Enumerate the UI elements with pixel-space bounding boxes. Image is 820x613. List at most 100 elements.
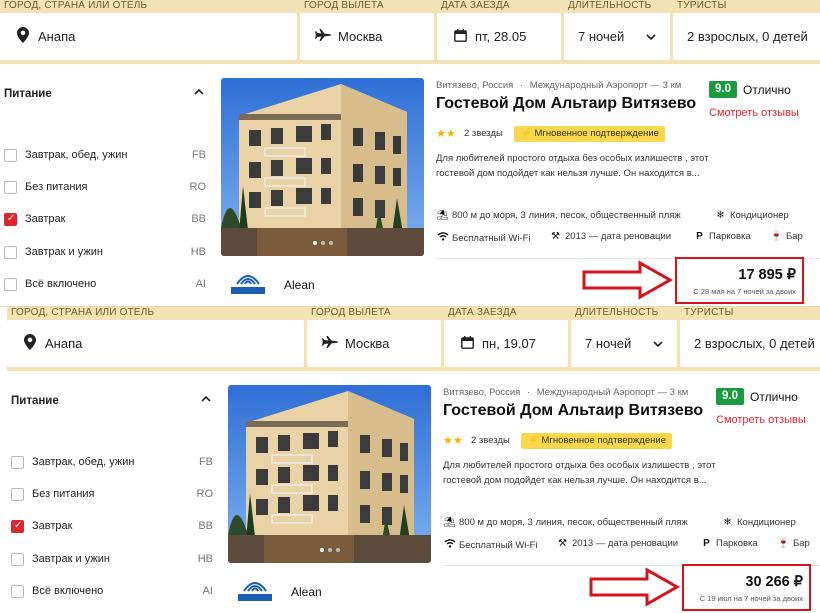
price-box[interactable]: 30 266 ₽ С 19 июл на 7 ночей за двоих: [682, 564, 811, 611]
departure-field[interactable]: ГОРОД ВЫЛЕТА Москва: [307, 307, 441, 371]
meal-option-label: Всё включено: [25, 278, 97, 290]
checkbox[interactable]: [4, 181, 17, 194]
feature-wifi-text: Бесплатный Wi-Fi: [452, 233, 531, 244]
reviews-link[interactable]: Смотреть отзывы: [716, 414, 806, 426]
meal-option-code: AI: [195, 278, 206, 290]
departure-field[interactable]: ГОРОД ВЫЛЕТА Москва: [300, 0, 434, 64]
checkbox[interactable]: [11, 488, 24, 501]
chevron-up-icon[interactable]: [201, 393, 211, 405]
map-pin-icon: [21, 334, 39, 353]
meal-option-ro[interactable]: Без питания RO: [11, 487, 213, 503]
hotel-airport-distance: Международный Аэропорт — 3 км: [536, 387, 689, 398]
hotel-stars-label: 2 звезды: [471, 435, 510, 446]
feature-ac-text: Кондиционер: [730, 210, 789, 221]
chevron-down-icon: [646, 31, 656, 43]
parking-icon: P: [703, 538, 710, 549]
city-label: ГОРОД, СТРАНА ИЛИ ОТЕЛЬ: [4, 0, 148, 11]
tourists-field[interactable]: ТУРИСТЫ 2 взрослых, 0 детей: [680, 307, 820, 371]
meal-option-ai[interactable]: Всё включено AI: [4, 277, 206, 293]
tourists-value: 2 взрослых, 0 детей: [694, 336, 815, 351]
meal-option-code: BB: [198, 520, 213, 532]
hotel-airport-distance: Международный Аэропорт — 3 км: [529, 80, 682, 91]
hotel-photo[interactable]: [228, 385, 431, 563]
lightning-icon: ⚡: [520, 128, 532, 139]
checkin-date-field[interactable]: ДАТА ЗАЕЗДА пн, 19.07: [444, 307, 568, 371]
city-input[interactable]: Анапа: [45, 336, 82, 351]
meal-option-code: RO: [196, 488, 214, 500]
checkin-date-value: пт, 28.05: [475, 29, 527, 44]
operator-logo: [221, 266, 275, 298]
feature-beach-text: 800 м до моря, 3 линия, песок, обществен…: [452, 210, 681, 221]
meal-option-label: Завтрак и ужин: [32, 553, 110, 565]
city-input[interactable]: Анапа: [38, 29, 75, 44]
checkin-date-label: ДАТА ЗАЕЗДА: [441, 0, 510, 11]
reviews-link[interactable]: Смотреть отзывы: [709, 107, 799, 119]
duration-select[interactable]: ДЛИТЕЛЬНОСТЬ 7 ночей: [571, 307, 677, 371]
hotel-name[interactable]: Гостевой Дом Альтаир Витязево: [436, 95, 696, 113]
checkbox-checked[interactable]: [11, 520, 24, 533]
checkbox[interactable]: [4, 149, 17, 162]
meal-option-hb[interactable]: Завтрак и ужин HB: [11, 552, 213, 568]
meal-option-label: Без питания: [32, 488, 95, 500]
meal-option-bb[interactable]: Завтрак BB: [4, 212, 206, 228]
checkbox[interactable]: [11, 553, 24, 566]
feature-parking: P Парковка: [693, 231, 751, 242]
duration-select[interactable]: ДЛИТЕЛЬНОСТЬ 7 ночей: [564, 0, 670, 64]
checkbox[interactable]: [11, 585, 24, 598]
chevron-up-icon[interactable]: [194, 86, 204, 98]
city-field[interactable]: ГОРОД, СТРАНА ИЛИ ОТЕЛЬ Анапа: [0, 0, 297, 64]
search-bar: ГОРОД, СТРАНА ИЛИ ОТЕЛЬ Анапа ГОРОД ВЫЛЕ…: [7, 307, 820, 371]
duration-value: 7 ночей: [578, 29, 625, 44]
chevron-down-icon: [653, 338, 663, 350]
meal-option-hb[interactable]: Завтрак и ужин HB: [4, 245, 206, 261]
hammer-icon: ⚒: [551, 231, 560, 242]
checkbox[interactable]: [4, 246, 17, 259]
feature-renovation-text: 2013 — дата реновации: [572, 538, 679, 549]
meal-option-label: Завтрак и ужин: [25, 246, 103, 258]
meal-option-ro[interactable]: Без питания RO: [4, 180, 206, 196]
rating-label: Отлично: [750, 390, 798, 404]
price-note: С 19 июл на 7 ночей за двоих: [699, 594, 803, 603]
feature-wifi: Бесплатный Wi-Fi: [436, 231, 531, 244]
meal-option-fb[interactable]: Завтрак, обед, ужин FB: [11, 455, 213, 471]
beach-umbrella-icon: ⛱: [443, 517, 456, 528]
meal-option-label: Без питания: [25, 181, 88, 193]
feature-parking-text: Парковка: [716, 538, 758, 549]
red-arrow-icon: [580, 260, 675, 300]
hotel-name[interactable]: Гостевой Дом Альтаир Витязево: [443, 402, 703, 420]
feature-wifi: Бесплатный Wi-Fi: [443, 538, 538, 551]
meal-filter: Питание Завтрак, обед, ужин FB Без питан…: [7, 371, 223, 613]
hotel-card: Витязево, Россия · Международный Аэропор…: [216, 64, 820, 306]
feature-ac: ❄ Кондиционер: [721, 517, 795, 528]
meal-option-bb[interactable]: Завтрак BB: [11, 519, 213, 535]
feature-bar: 🍷 Бар: [770, 231, 803, 242]
meal-option-label: Завтрак, обед, ужин: [25, 149, 128, 161]
feature-parking-text: Парковка: [709, 231, 751, 242]
tourists-label: ТУРИСТЫ: [677, 0, 727, 11]
tourists-field[interactable]: ТУРИСТЫ 2 взрослых, 0 детей: [673, 0, 820, 64]
meal-option-label: Завтрак, обед, ужин: [32, 456, 135, 468]
photo-carousel-dots[interactable]: [228, 539, 431, 557]
meal-option-ai[interactable]: Всё включено AI: [11, 584, 213, 600]
plane-icon: [321, 336, 339, 351]
checkbox[interactable]: [4, 278, 17, 291]
calendar-icon: [458, 335, 476, 352]
meal-option-fb[interactable]: Завтрак, обед, ужин FB: [4, 148, 206, 164]
hotel-photo[interactable]: [221, 78, 424, 256]
wine-glass-icon: 🍷: [777, 538, 790, 549]
duration-label: ДЛИТЕЛЬНОСТЬ: [575, 307, 659, 318]
checkbox-checked[interactable]: [4, 213, 17, 226]
checkin-date-value: пн, 19.07: [482, 336, 536, 351]
checkbox[interactable]: [11, 456, 24, 469]
checkin-date-label: ДАТА ЗАЕЗДА: [448, 307, 517, 318]
city-field[interactable]: ГОРОД, СТРАНА ИЛИ ОТЕЛЬ Анапа: [7, 307, 304, 371]
hotel-description: Для любителей простого отдыха без особых…: [436, 153, 709, 179]
meal-option-code: RO: [189, 181, 207, 193]
departure-value: Москва: [345, 336, 390, 351]
departure-label: ГОРОД ВЫЛЕТА: [304, 0, 384, 11]
checkin-date-field[interactable]: ДАТА ЗАЕЗДА пт, 28.05: [437, 0, 561, 64]
snowflake-icon: ❄: [716, 210, 725, 221]
price-box[interactable]: 17 895 ₽ С 28 мая на 7 ночей за двоих: [675, 257, 804, 304]
duration-value: 7 ночей: [585, 336, 632, 351]
photo-carousel-dots[interactable]: [221, 232, 424, 250]
